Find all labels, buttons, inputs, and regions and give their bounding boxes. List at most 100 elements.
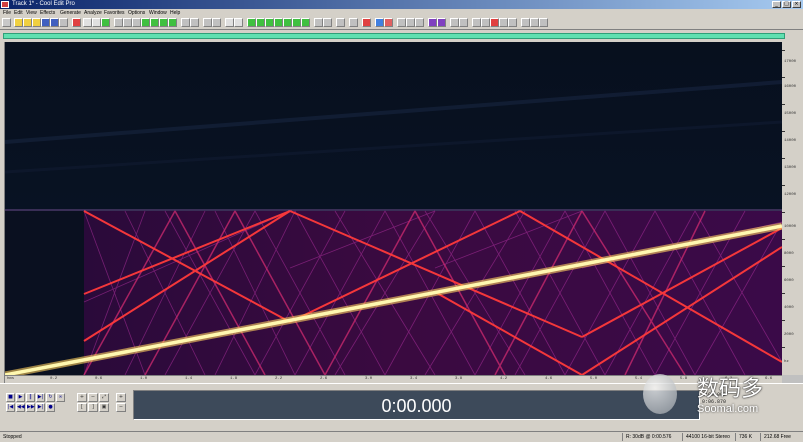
zoom-out-icon[interactable]: −	[88, 393, 98, 402]
menu-edit[interactable]: Edit	[14, 9, 23, 17]
mix-paste-icon[interactable]	[150, 18, 159, 27]
record-button[interactable]: ●	[46, 403, 55, 412]
statistics-icon[interactable]	[336, 18, 345, 27]
filter-icon[interactable]	[292, 18, 301, 27]
help-icon[interactable]	[499, 18, 508, 27]
window-title: Track 1* - Cool Edit Pro	[12, 1, 75, 7]
app-icon[interactable]	[1, 1, 9, 8]
marquee-icon[interactable]	[459, 18, 468, 27]
menu-generate[interactable]: Generate	[60, 9, 81, 17]
stop-tool-icon[interactable]	[490, 18, 499, 27]
select-all-icon[interactable]	[181, 18, 190, 27]
redo-icon[interactable]	[92, 18, 101, 27]
waveform-view-icon[interactable]	[203, 18, 212, 27]
menu-options[interactable]: Options	[128, 9, 145, 17]
loop-button[interactable]: ↻	[46, 393, 55, 402]
delete-icon[interactable]	[168, 18, 177, 27]
settings-icon[interactable]	[349, 18, 358, 27]
watermark-logo-icon	[643, 374, 677, 414]
frequency-ruler: 17000 16000 15000 14000 13000 12000 1000…	[782, 42, 803, 375]
brush-icon[interactable]	[450, 18, 459, 27]
watermark-chinese: 数码多	[697, 377, 764, 402]
time-readout: 0:00.000	[381, 396, 452, 416]
menu-favorites[interactable]: Favorites	[104, 9, 125, 17]
menu-help[interactable]: Help	[170, 9, 180, 17]
window-controls: _ □ ×	[772, 1, 801, 8]
copy-icon[interactable]	[123, 18, 132, 27]
toggle-view-icon[interactable]	[2, 18, 11, 27]
stop-button[interactable]: ■	[6, 393, 15, 402]
frequency-analysis-icon[interactable]	[323, 18, 332, 27]
cue-list-icon[interactable]	[234, 18, 243, 27]
zoom-selection-icon[interactable]: ▣	[99, 403, 109, 412]
status-level: R: 30dB @ 0:00.576	[626, 434, 672, 440]
zoom-left-icon[interactable]: [	[77, 403, 87, 412]
menu-view[interactable]: View	[26, 9, 37, 17]
save-all-icon[interactable]	[59, 18, 68, 27]
play-to-end-button[interactable]: ▶|	[36, 393, 45, 402]
repeat-icon[interactable]	[101, 18, 110, 27]
grid-icon[interactable]	[521, 18, 530, 27]
save-as-icon[interactable]	[50, 18, 59, 27]
silent-region	[5, 211, 84, 375]
about-icon[interactable]	[539, 18, 548, 27]
title-bar: Track 1* - Cool Edit Pro _ □ ×	[0, 0, 803, 9]
trim-icon[interactable]	[159, 18, 168, 27]
spectral-view[interactable]	[5, 42, 782, 375]
close-file-icon[interactable]	[72, 18, 81, 27]
mark-icon[interactable]	[225, 18, 234, 27]
cd-player-icon[interactable]	[375, 18, 384, 27]
organizer-icon[interactable]	[415, 18, 424, 27]
zoom-in-icon[interactable]: +	[77, 393, 87, 402]
menu-file[interactable]: File	[3, 9, 11, 17]
status-format: 44100 16-bit Stereo	[686, 434, 730, 440]
pause-button[interactable]: ‖	[26, 393, 35, 402]
menu-analyze[interactable]: Analyze	[84, 9, 102, 17]
zoom-full-icon[interactable]: ⤢	[99, 393, 109, 402]
go-to-end-button[interactable]: ▶|	[36, 403, 45, 412]
paste-icon[interactable]	[132, 18, 141, 27]
new-file-icon[interactable]	[14, 18, 23, 27]
scripts-icon[interactable]	[397, 18, 406, 27]
open-file-icon[interactable]	[23, 18, 32, 27]
maximize-button[interactable]: □	[782, 1, 791, 8]
lasso-icon[interactable]	[472, 18, 481, 27]
overview-bar[interactable]	[0, 30, 803, 42]
status-state: Stopped	[3, 434, 22, 440]
noise-reduction-icon[interactable]	[314, 18, 323, 27]
save-icon[interactable]	[41, 18, 50, 27]
batch-icon[interactable]	[384, 18, 393, 27]
menu-effects[interactable]: Effects	[40, 9, 55, 17]
eq-icon[interactable]	[283, 18, 292, 27]
rewind-button[interactable]: ◀◀	[16, 403, 25, 412]
amplify-icon[interactable]	[256, 18, 265, 27]
overview-range[interactable]	[3, 33, 785, 39]
play-loop-button[interactable]: ∞	[56, 393, 65, 402]
effect-icon[interactable]	[247, 18, 256, 27]
go-to-start-button[interactable]: |◀	[6, 403, 15, 412]
menu-window[interactable]: Window	[149, 9, 167, 17]
wand-icon[interactable]	[481, 18, 490, 27]
cut-icon[interactable]	[114, 18, 123, 27]
multitrack-icon[interactable]	[428, 18, 437, 27]
reverb-icon[interactable]	[301, 18, 310, 27]
tools-icon[interactable]	[406, 18, 415, 27]
open-append-icon[interactable]	[32, 18, 41, 27]
play-button[interactable]: ▶	[16, 393, 25, 402]
fast-forward-button[interactable]: ▶▶	[26, 403, 35, 412]
undo-icon[interactable]	[83, 18, 92, 27]
minimize-button[interactable]: _	[772, 1, 781, 8]
zoom-right-icon[interactable]: ]	[88, 403, 98, 412]
select-view-icon[interactable]	[190, 18, 199, 27]
normalize-icon[interactable]	[274, 18, 283, 27]
zoom-vertical-in-icon[interactable]: +	[116, 393, 126, 402]
zoom-vertical-out-icon[interactable]: −	[116, 403, 126, 412]
session-icon[interactable]	[437, 18, 446, 27]
record-options-icon[interactable]	[362, 18, 371, 27]
envelope-icon[interactable]	[265, 18, 274, 27]
options-icon[interactable]	[530, 18, 539, 27]
context-help-icon[interactable]	[508, 18, 517, 27]
paste-new-icon[interactable]	[141, 18, 150, 27]
spectral-view-icon[interactable]	[212, 18, 221, 27]
close-button[interactable]: ×	[792, 1, 801, 8]
